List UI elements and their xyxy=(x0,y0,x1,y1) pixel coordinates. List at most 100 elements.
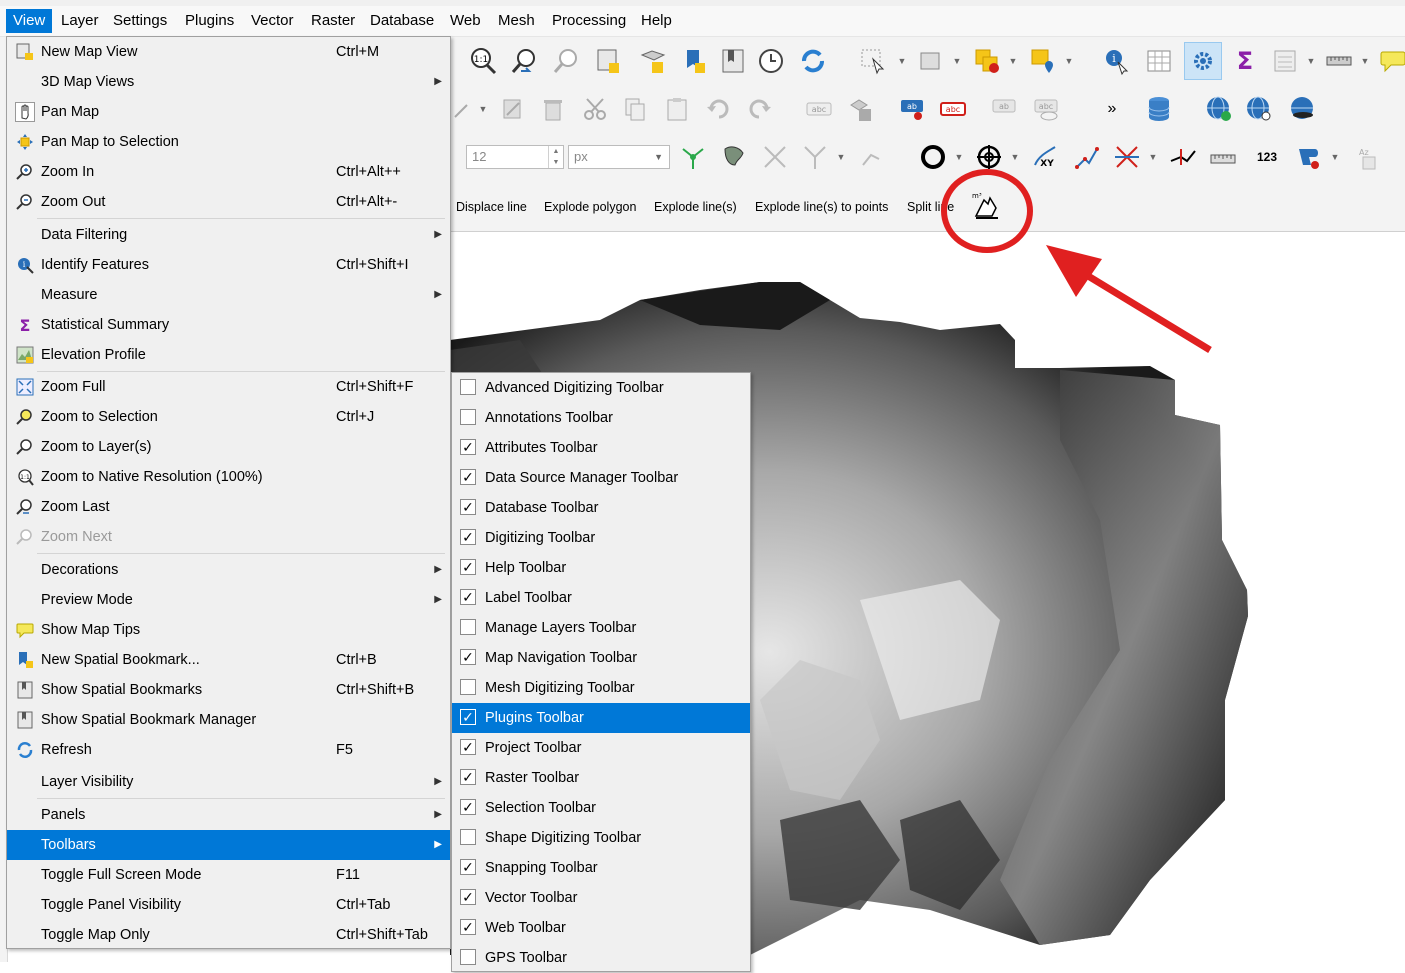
field-calculator-dropdown[interactable]: ▼ xyxy=(1306,46,1316,76)
pin-labels-icon[interactable]: ab xyxy=(898,94,928,124)
select-location-dropdown[interactable]: ▼ xyxy=(1064,46,1074,76)
attribute-select-icon[interactable] xyxy=(916,46,946,76)
menu-help[interactable]: Help xyxy=(634,9,679,33)
checkbox[interactable]: ✓ xyxy=(460,469,476,485)
toolbar-toggle-item[interactable]: ✓ Project Toolbar xyxy=(452,733,750,763)
menu-item-measure[interactable]: Measure ▶ xyxy=(7,280,450,310)
attribute-table-icon[interactable] xyxy=(1144,46,1174,76)
deselect-dropdown[interactable]: ▼ xyxy=(1008,46,1018,76)
menu-item-identify-features[interactable]: i Identify Features Ctrl+Shift+I xyxy=(7,250,450,280)
merge-dropdown[interactable]: ▼ xyxy=(836,142,846,172)
checkbox[interactable]: ✓ xyxy=(460,739,476,755)
change-label-icon[interactable]: abc xyxy=(1032,94,1062,124)
menu-settings[interactable]: Settings xyxy=(106,9,174,33)
toolbar-toggle-item[interactable]: ✓ Vector Toolbar xyxy=(452,883,750,913)
menu-item-new-map-view[interactable]: New Map View Ctrl+M xyxy=(7,37,450,67)
zoom-last-icon[interactable] xyxy=(510,46,540,76)
menu-item-bookmark-manager[interactable]: Show Spatial Bookmark Manager xyxy=(7,705,450,735)
checkbox[interactable] xyxy=(460,379,476,395)
toolbar-toggle-item[interactable]: GPS Toolbar xyxy=(452,943,750,973)
menu-item-zoom-out[interactable]: Zoom Out Ctrl+Alt+- xyxy=(7,187,450,217)
menu-item-zoom-next[interactable]: Zoom Next xyxy=(7,522,450,552)
database-icon[interactable] xyxy=(1144,94,1174,124)
toolbar-toggle-item[interactable]: ✓ Selection Toolbar xyxy=(452,793,750,823)
menu-mesh[interactable]: Mesh xyxy=(491,9,542,33)
field-calculator-icon[interactable] xyxy=(1270,46,1300,76)
merge-features-icon[interactable] xyxy=(800,142,830,172)
checkbox[interactable]: ✓ xyxy=(460,709,476,725)
menu-raster[interactable]: Raster xyxy=(304,9,362,33)
menu-item-zoom-last[interactable]: Zoom Last xyxy=(7,492,450,522)
reshape-icon[interactable] xyxy=(720,142,750,172)
menu-item-toggle-map-only[interactable]: Toggle Map Only Ctrl+Shift+Tab xyxy=(7,920,450,950)
map-tips-icon[interactable] xyxy=(1378,46,1405,76)
toolbar-toggle-item[interactable]: ✓ Digitizing Toolbar xyxy=(452,523,750,553)
new-map-view-icon[interactable] xyxy=(638,46,668,76)
menu-item-3d-map-views[interactable]: 3D Map Views ▶ xyxy=(7,67,450,97)
web-search-icon[interactable] xyxy=(1244,94,1274,124)
web-incognito-icon[interactable] xyxy=(1288,94,1318,124)
bookmarks-icon[interactable] xyxy=(718,46,748,76)
measure-dropdown[interactable]: ▼ xyxy=(1360,46,1370,76)
numbering-icon[interactable]: 123 xyxy=(1252,142,1282,172)
menu-plugins[interactable]: Plugins xyxy=(178,9,241,33)
vertex-tool-icon[interactable] xyxy=(678,142,708,172)
intersection-dropdown[interactable]: ▼ xyxy=(1148,142,1158,172)
rotate-point-icon[interactable] xyxy=(856,142,886,172)
toolbar-toggle-item[interactable]: ✓ Attributes Toolbar xyxy=(452,433,750,463)
menu-item-toggle-panel-visibility[interactable]: Toggle Panel Visibility Ctrl+Tab xyxy=(7,890,450,920)
redo-icon[interactable] xyxy=(744,94,774,124)
snapping-icon[interactable] xyxy=(974,142,1004,172)
menu-item-show-spatial-bookmarks[interactable]: Show Spatial Bookmarks Ctrl+Shift+B xyxy=(7,675,450,705)
toolbar-toggle-item[interactable]: ✓ Map Navigation Toolbar xyxy=(452,643,750,673)
split-features-icon[interactable] xyxy=(760,142,790,172)
spin-arrows[interactable]: ▲ ▼ xyxy=(548,146,563,168)
toolbar-toggle-item[interactable]: Annotations Toolbar xyxy=(452,403,750,433)
toolbar-toggle-item[interactable]: Shape Digitizing Toolbar xyxy=(452,823,750,853)
menu-item-statistical-summary[interactable]: Σ Statistical Summary xyxy=(7,310,450,340)
processing-toolbox-icon[interactable] xyxy=(1184,42,1222,80)
toolbar-toggle-item[interactable]: Mesh Digitizing Toolbar xyxy=(452,673,750,703)
new-bookmark-icon[interactable] xyxy=(594,46,624,76)
checkbox[interactable]: ✓ xyxy=(460,589,476,605)
zoom-native-icon[interactable]: 1:1 xyxy=(468,46,498,76)
explode-lines-to-points-button[interactable]: Explode line(s) to points xyxy=(755,197,888,217)
menu-item-zoom-full[interactable]: Zoom Full Ctrl+Shift+F xyxy=(7,372,450,402)
toolbar-toggle-item[interactable]: ✓ Data Source Manager Toolbar xyxy=(452,463,750,493)
menu-item-decorations[interactable]: Decorations ▶ xyxy=(7,555,450,585)
checkbox[interactable]: ✓ xyxy=(460,439,476,455)
select-features-icon[interactable] xyxy=(858,46,888,76)
toolbar-toggle-item[interactable]: ✓ Database Toolbar xyxy=(452,493,750,523)
move-feature-dropdown[interactable]: ▼ xyxy=(478,94,488,124)
label-abc-icon[interactable]: abc xyxy=(804,94,834,124)
menu-item-elevation-profile[interactable]: Elevation Profile xyxy=(7,340,450,370)
checkbox[interactable]: ✓ xyxy=(460,919,476,935)
circle-icon[interactable] xyxy=(918,142,948,172)
menu-database[interactable]: Database xyxy=(363,9,441,33)
menu-item-zoom-to-selection[interactable]: Zoom to Selection Ctrl+J xyxy=(7,402,450,432)
checkbox[interactable]: ✓ xyxy=(460,499,476,515)
checkbox[interactable] xyxy=(460,679,476,695)
menu-item-new-spatial-bookmark[interactable]: New Spatial Bookmark... Ctrl+B xyxy=(7,645,450,675)
add-xy-icon[interactable]: XY xyxy=(1030,142,1060,172)
refresh-icon[interactable] xyxy=(798,46,828,76)
undo-icon[interactable] xyxy=(704,94,734,124)
unit-select[interactable]: px ▼ xyxy=(568,145,670,169)
toolbar-toggle-item[interactable]: ✓ Plugins Toolbar xyxy=(452,703,750,733)
menu-item-pan-map[interactable]: Pan Map xyxy=(7,97,450,127)
move-feature-icon[interactable] xyxy=(450,94,480,124)
size-spinbox[interactable]: 12 ▲ ▼ xyxy=(466,145,564,169)
menu-item-zoom-in[interactable]: Zoom In Ctrl+Alt++ xyxy=(7,157,450,187)
zoom-next-icon[interactable] xyxy=(552,46,582,76)
measure-line-icon[interactable] xyxy=(1324,46,1354,76)
sort-az-icon[interactable]: Az xyxy=(1350,142,1380,172)
menu-vector[interactable]: Vector xyxy=(244,9,301,33)
checkbox[interactable]: ✓ xyxy=(460,529,476,545)
temporal-clock-icon[interactable] xyxy=(756,46,786,76)
node-tool-icon[interactable] xyxy=(498,94,528,124)
menu-item-zoom-native[interactable]: 1:1 Zoom to Native Resolution (100%) xyxy=(7,462,450,492)
toolbar-toggle-item[interactable]: ✓ Raster Toolbar xyxy=(452,763,750,793)
toolbar-toggle-item[interactable]: ✓ Help Toolbar xyxy=(452,553,750,583)
shape-fill-icon[interactable] xyxy=(1294,142,1324,172)
cut-features-icon[interactable] xyxy=(580,94,610,124)
